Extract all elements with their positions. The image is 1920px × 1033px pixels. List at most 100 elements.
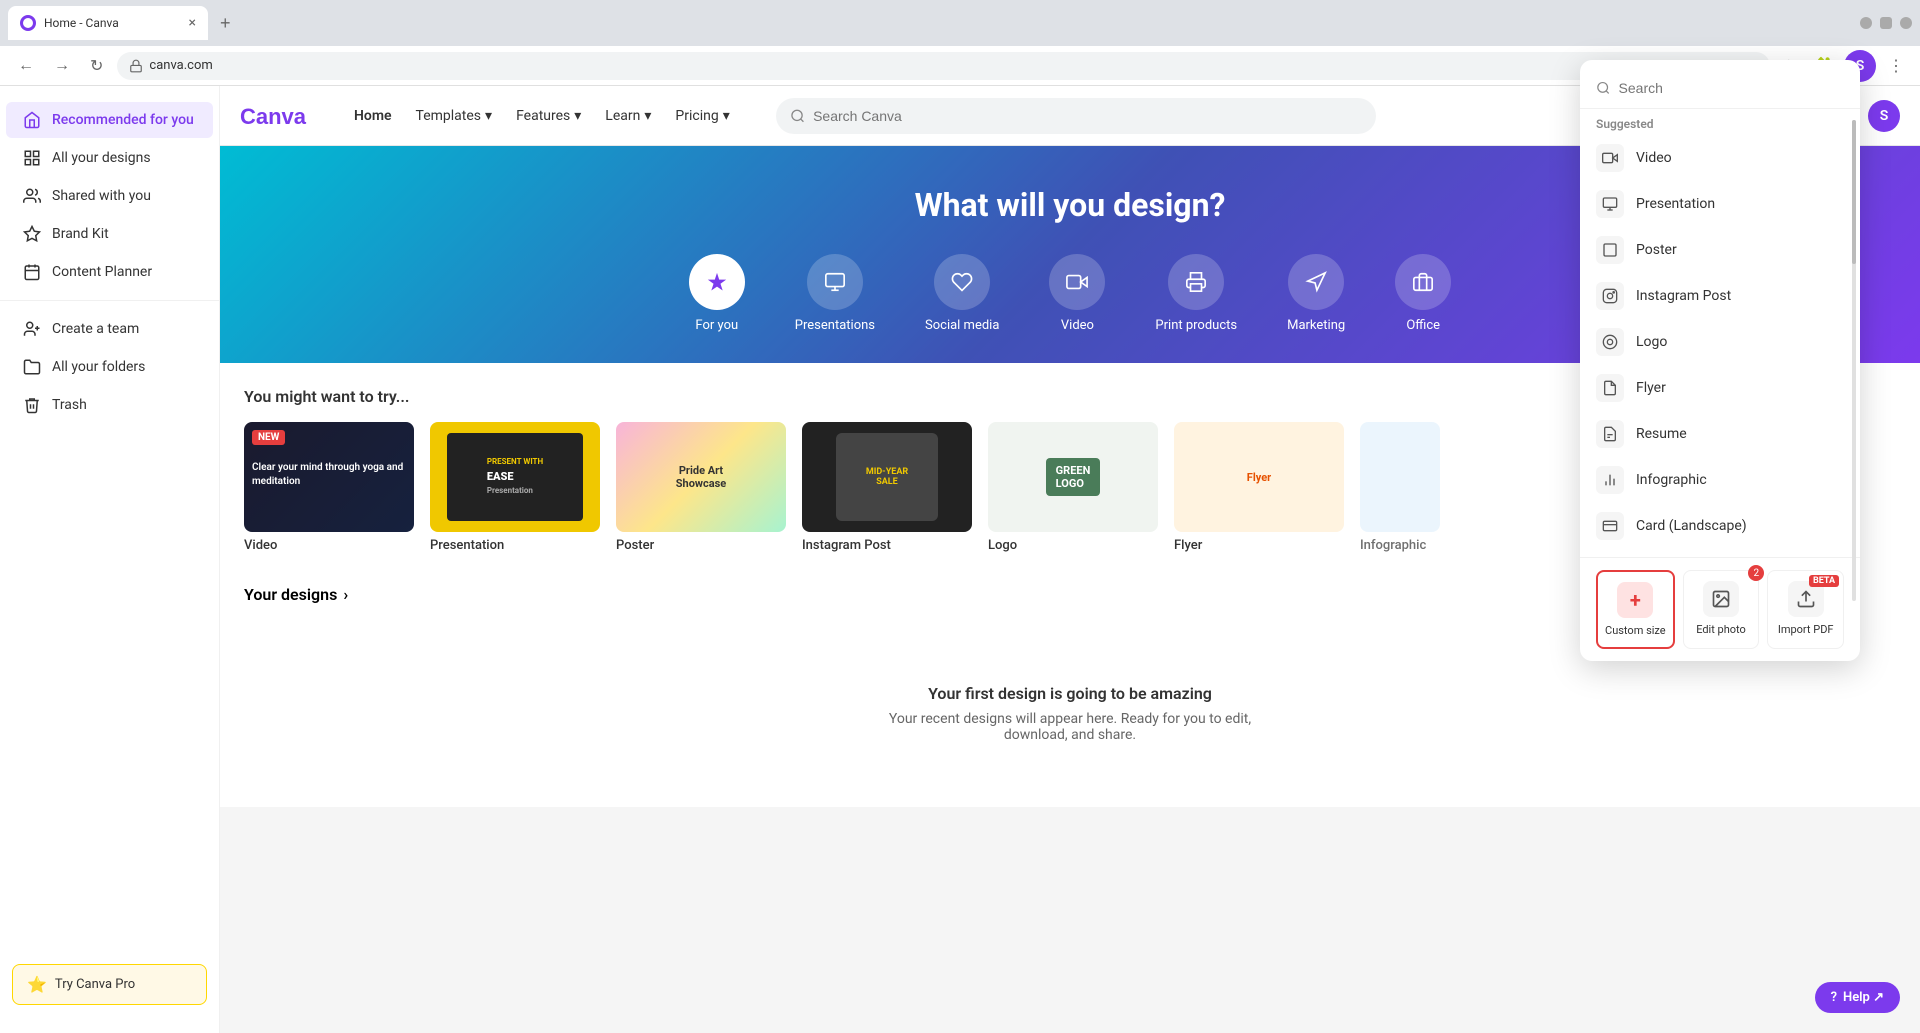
hero-icon-for-you[interactable]: For you [689, 254, 745, 333]
sidebar-item-brand[interactable]: Brand Kit [6, 216, 213, 252]
dropdown-instagram-icon [1596, 282, 1624, 310]
empty-designs-title: Your first design is going to be amazing [284, 684, 1856, 703]
dropdown-item-resume[interactable]: Resume [1580, 411, 1860, 457]
card-poster[interactable]: Pride Art Showcase Poster [616, 422, 786, 553]
lock-icon [129, 59, 143, 73]
nav-features[interactable]: Features ▾ [506, 102, 591, 130]
calendar-icon [22, 262, 42, 282]
hero-icon-print[interactable]: Print products [1155, 254, 1237, 333]
nav-home[interactable]: Home [344, 102, 402, 130]
card-video[interactable]: NEW Clear your mind through yoga and med… [244, 422, 414, 553]
new-badge-video: NEW [252, 430, 285, 445]
search-bar[interactable] [776, 98, 1376, 134]
for-you-label: For you [695, 318, 738, 333]
dropdown-item-infographic[interactable]: Infographic [1580, 457, 1860, 503]
card-poster-label: Poster [616, 538, 786, 553]
printer-icon [1185, 271, 1207, 293]
dropdown-item-instagram[interactable]: Instagram Post [1580, 273, 1860, 319]
sidebar-label-recommended: Recommended for you [52, 112, 194, 128]
sidebar-item-content-planner[interactable]: Content Planner [6, 254, 213, 290]
dropdown-logo-label: Logo [1636, 334, 1667, 350]
address-bar[interactable]: canva.com [117, 52, 1769, 80]
dropdown-search-area[interactable] [1580, 72, 1860, 109]
dropdown-item-video[interactable]: Video [1580, 135, 1860, 181]
sidebar-item-folders[interactable]: All your folders [6, 349, 213, 385]
new-tab-button[interactable]: + [216, 9, 235, 38]
tab-title: Home - Canva [44, 16, 119, 30]
print-label: Print products [1155, 318, 1237, 333]
card-instagram-img: MID-YEARSALE [802, 422, 972, 532]
dropdown-custom-size[interactable]: + Custom size [1596, 570, 1675, 649]
refresh-button[interactable]: ↻ [84, 52, 109, 80]
forward-button[interactable]: → [48, 53, 76, 79]
hero-icon-office[interactable]: Office [1395, 254, 1451, 333]
dropdown-item-flyer[interactable]: Flyer [1580, 365, 1860, 411]
hero-icon-video[interactable]: Video [1049, 254, 1105, 333]
card-poster-img: Pride Art Showcase [616, 422, 786, 532]
dropdown-item-logo[interactable]: Logo [1580, 319, 1860, 365]
dropdown-item-presentation[interactable]: Presentation [1580, 181, 1860, 227]
hero-icon-marketing[interactable]: Marketing [1287, 254, 1345, 333]
dropdown-scrollbar[interactable] [1852, 120, 1856, 601]
canva-logo[interactable]: Canva [240, 102, 320, 130]
tab-close-button[interactable]: × [189, 15, 196, 31]
custom-size-label: Custom size [1605, 624, 1666, 637]
marketing-icon-circle [1288, 254, 1344, 310]
home-icon [22, 110, 42, 130]
back-button[interactable]: ← [12, 53, 40, 79]
card-flyer[interactable]: Flyer Flyer [1174, 422, 1344, 553]
sidebar-item-create-team[interactable]: Create a team [6, 311, 213, 347]
card-instagram-label: Instagram Post [802, 538, 972, 553]
try-pro-label: Try Canva Pro [55, 977, 135, 992]
sidebar-item-shared[interactable]: Shared with you [6, 178, 213, 214]
card-video-label: Video [244, 538, 414, 553]
sidebar-item-all-designs[interactable]: All your designs [6, 140, 213, 176]
dropdown-item-poster[interactable]: Poster [1580, 227, 1860, 273]
sidebar-label-folders: All your folders [52, 359, 145, 375]
templates-chevron-icon: ▾ [485, 108, 492, 124]
sidebar-label-all-designs: All your designs [52, 150, 151, 166]
user-avatar[interactable]: S [1868, 100, 1900, 132]
dropdown-import-pdf[interactable]: Import PDF BETA [1767, 570, 1844, 649]
nav-templates[interactable]: Templates ▾ [406, 102, 503, 130]
nav-learn[interactable]: Learn ▾ [595, 102, 661, 130]
hero-icon-presentations[interactable]: Presentations [795, 254, 875, 333]
search-input[interactable] [813, 108, 1362, 124]
sidebar-item-trash[interactable]: Trash [6, 387, 213, 423]
brand-icon [22, 224, 42, 244]
sidebar-item-recommended[interactable]: Recommended for you [6, 102, 213, 138]
custom-size-icon: + [1617, 582, 1653, 618]
dropdown-infographic-icon [1596, 466, 1624, 494]
card-flyer-img: Flyer [1174, 422, 1344, 532]
minimize-button[interactable] [1860, 17, 1872, 29]
edit-photo-badge: 2 [1748, 565, 1764, 581]
help-icon: ? [1831, 990, 1837, 1005]
dropdown-video-label: Video [1636, 150, 1672, 166]
sidebar-label-brand: Brand Kit [52, 226, 109, 242]
features-chevron-icon: ▾ [574, 108, 581, 124]
card-logo-label: Logo [988, 538, 1158, 553]
dropdown-search-icon [1596, 80, 1611, 96]
card-infographic[interactable]: Infographic [1360, 422, 1440, 553]
dropdown-search-input[interactable] [1619, 80, 1844, 96]
designs-title: Your designs [244, 585, 337, 604]
hero-icon-social[interactable]: Social media [925, 254, 999, 333]
card-logo[interactable]: GREENLOGO Logo [988, 422, 1158, 553]
browser-menu-button[interactable]: ⋮ [1884, 52, 1908, 80]
tab-favicon [20, 15, 36, 31]
nav-pricing[interactable]: Pricing ▾ [665, 102, 739, 130]
try-pro-button[interactable]: ⭐ Try Canva Pro [12, 964, 207, 1005]
card-presentation[interactable]: PRESENT WITH EASE Presentation Presentat… [430, 422, 600, 553]
close-window-button[interactable] [1900, 17, 1912, 29]
search-icon [790, 108, 805, 124]
dropdown-item-card[interactable]: Card (Landscape) [1580, 503, 1860, 549]
dropdown-infographic-label: Infographic [1636, 472, 1707, 488]
dropdown-edit-photo[interactable]: Edit photo 2 [1683, 570, 1760, 649]
browser-tab[interactable]: Home - Canva × [8, 6, 208, 40]
help-widget[interactable]: ? Help ↗ [1815, 982, 1900, 1013]
print-icon-circle [1168, 254, 1224, 310]
folder-icon [22, 357, 42, 377]
maximize-button[interactable] [1880, 17, 1892, 29]
card-instagram[interactable]: MID-YEARSALE Instagram Post [802, 422, 972, 553]
sidebar-label-content-planner: Content Planner [52, 264, 152, 280]
